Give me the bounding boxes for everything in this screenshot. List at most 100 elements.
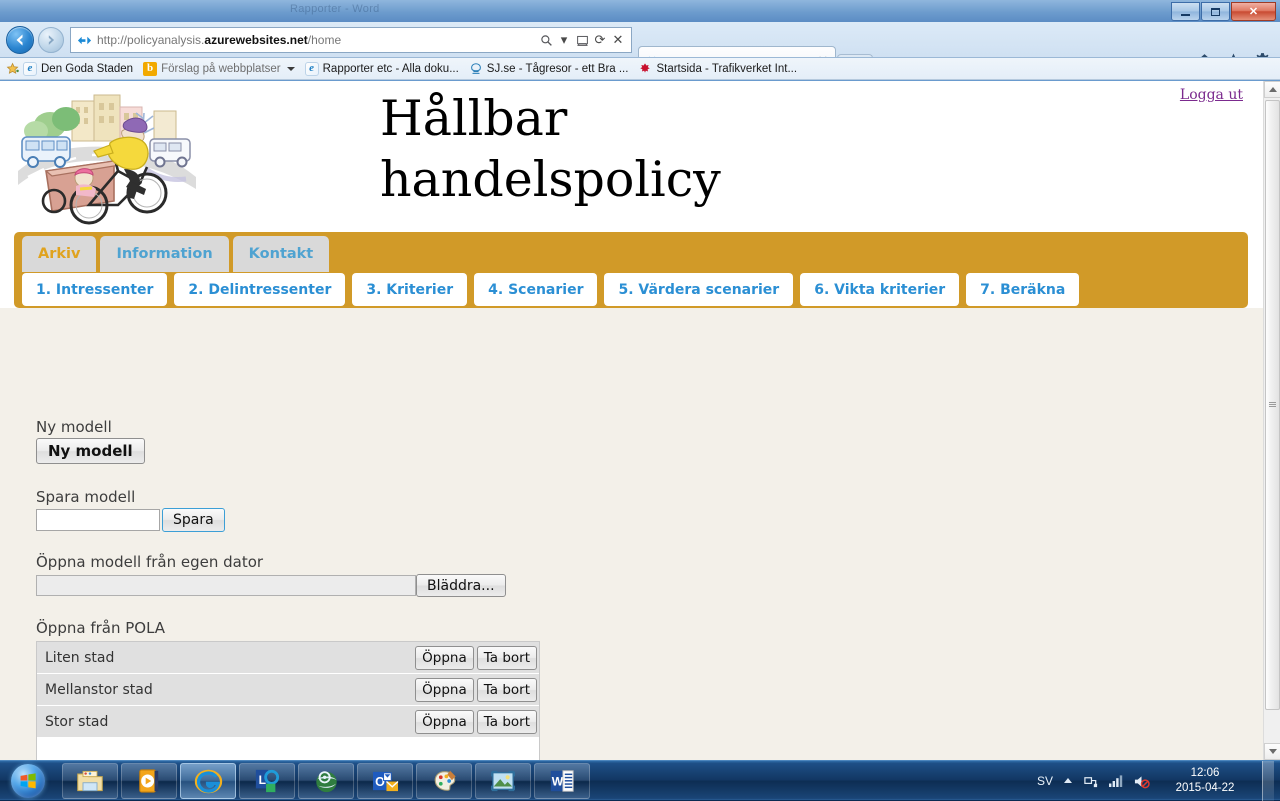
navigation-band: Arkiv Information Kontakt 1. Intressente… <box>14 232 1248 308</box>
page-title-line-1: Hållbar <box>380 90 568 147</box>
tab-kontakt[interactable]: Kontakt <box>232 236 330 272</box>
pola-model-list: Liten stad Öppna Ta bort Mellanstor stad… <box>36 641 540 760</box>
step-tab-3-kriterier[interactable]: 3. Kriterier <box>352 273 468 306</box>
volume-muted-icon[interactable] <box>1133 774 1150 789</box>
step-tab-2-delintressenter[interactable]: 2. Delintressenter <box>174 273 346 306</box>
page-title: Hållbar handelspolicy <box>380 89 940 211</box>
taskbar-item-paint[interactable] <box>416 763 472 799</box>
browser-navigation-bar: http://policyanalysis.azurewebsites.net/… <box>0 22 1280 76</box>
save-button[interactable]: Spara <box>162 508 225 532</box>
step-tab-5-vardera-scenarier[interactable]: 5. Värdera scenarier <box>604 273 794 306</box>
row-actions: Öppna Ta bort <box>415 678 537 702</box>
page-scrollbar[interactable] <box>1263 81 1280 760</box>
favorites-bar: e Den Goda Staden b Förslag på webbplats… <box>0 58 1280 80</box>
window-title-text: Rapporter - Word <box>290 3 380 15</box>
browse-button[interactable]: Bläddra... <box>416 574 506 597</box>
minimize-button[interactable] <box>1171 2 1200 21</box>
web-page: Logga ut Hållbar handelspolicy Arkiv Inf… <box>0 81 1263 760</box>
add-favorite-icon[interactable] <box>6 62 20 76</box>
favorite-item-den-goda-staden[interactable]: e Den Goda Staden <box>20 61 140 76</box>
taskbar-buttons: L O W <box>62 763 590 799</box>
chevron-down-icon[interactable] <box>286 66 295 71</box>
clock[interactable]: 12:06 2015-04-22 <box>1159 766 1251 796</box>
address-bar-text: http://policyanalysis.azurewebsites.net/… <box>97 33 537 47</box>
scroll-up-icon[interactable] <box>1264 81 1280 98</box>
delete-model-button[interactable]: Ta bort <box>476 646 537 670</box>
chevron-down-icon[interactable]: ▾ <box>555 29 573 51</box>
open-from-pola-label: Öppna från POLA <box>36 619 166 637</box>
taskbar-item-word[interactable]: W <box>534 763 590 799</box>
search-icon[interactable] <box>537 29 555 51</box>
browser-window: Rapporter - Word ✕ http://policyanalysis… <box>0 0 1280 760</box>
ie-page-icon: e <box>304 61 319 76</box>
azure-favicon-icon <box>77 33 92 48</box>
step-tab-4-scenarier[interactable]: 4. Scenarier <box>474 273 598 306</box>
taskbar-item-lync[interactable]: L <box>239 763 295 799</box>
windows-taskbar: L O W SV 12:06 2015-04-22 <box>0 760 1280 801</box>
table-row[interactable]: Mellanstor stad Öppna Ta bort <box>37 674 539 706</box>
taskbar-item-web-app[interactable] <box>298 763 354 799</box>
forward-arrow-icon[interactable] <box>38 27 64 53</box>
delete-model-button[interactable]: Ta bort <box>476 678 537 702</box>
show-hidden-icons-button[interactable] <box>1062 775 1074 787</box>
open-model-button[interactable]: Öppna <box>415 646 474 670</box>
scrollbar-thumb[interactable] <box>1265 100 1280 710</box>
row-actions: Öppna Ta bort <box>415 710 537 734</box>
network-icon[interactable] <box>1083 774 1099 789</box>
trafikverket-icon <box>638 62 652 76</box>
url-domain: azurewebsites.net <box>204 33 308 47</box>
step-tab-7-berakna[interactable]: 7. Beräkna <box>966 273 1080 306</box>
favorite-item-rapporter-etc[interactable]: e Rapporter etc - Alla doku... <box>302 61 466 76</box>
language-indicator[interactable]: SV <box>1037 774 1053 788</box>
scroll-down-icon[interactable] <box>1264 743 1280 760</box>
page-title-line-2: handelspolicy <box>380 150 721 208</box>
open-model-button[interactable]: Öppna <box>415 710 474 734</box>
svg-text:W: W <box>552 775 564 789</box>
favorite-item-forslag-pa-webbplatser[interactable]: b Förslag på webbplatser <box>140 61 302 76</box>
taskbar-item-media-player[interactable] <box>121 763 177 799</box>
taskbar-item-explorer[interactable] <box>62 763 118 799</box>
window-controls: ✕ <box>1171 2 1276 21</box>
favorite-label: Den Goda Staden <box>41 62 134 75</box>
address-bar[interactable]: http://policyanalysis.azurewebsites.net/… <box>70 27 632 53</box>
sj-icon <box>469 62 483 76</box>
back-arrow-icon[interactable] <box>6 26 34 54</box>
favorite-label: SJ.se - Tågresor - ett Bra ... <box>486 62 629 75</box>
stop-icon[interactable]: ✕ <box>609 29 627 51</box>
tab-arkiv[interactable]: Arkiv <box>22 236 97 272</box>
step-tab-1-intressenter[interactable]: 1. Intressenter <box>22 273 168 306</box>
favorite-label: Rapporter etc - Alla doku... <box>322 62 459 75</box>
refresh-icon[interactable]: ⟳ <box>591 29 609 51</box>
taskbar-item-outlook[interactable]: O <box>357 763 413 799</box>
bing-icon: b <box>143 61 158 76</box>
show-desktop-button[interactable] <box>1262 761 1274 801</box>
new-model-button[interactable]: Ny modell <box>36 438 145 464</box>
clock-date: 2015-04-22 <box>1175 782 1235 794</box>
maximize-restore-button[interactable] <box>1201 2 1230 21</box>
open-model-button[interactable]: Öppna <box>415 678 474 702</box>
favorite-item-trafikverket[interactable]: Startsida - Trafikverket Int... <box>635 62 804 76</box>
save-model-input[interactable] <box>36 509 160 531</box>
ie-page-icon: e <box>23 61 37 76</box>
step-tab-6-vikta-kriterier[interactable]: 6. Vikta kriterier <box>800 273 960 306</box>
row-actions: Öppna Ta bort <box>415 646 537 670</box>
table-row[interactable]: Liten stad Öppna Ta bort <box>37 642 539 674</box>
table-row[interactable]: Stor stad Öppna Ta bort <box>37 706 539 738</box>
compatibility-view-icon[interactable] <box>573 29 591 51</box>
taskbar-item-photo-viewer[interactable] <box>475 763 531 799</box>
system-tray: SV 12:06 2015-04-22 <box>1037 761 1280 801</box>
start-button[interactable] <box>2 762 54 800</box>
tab-information[interactable]: Information <box>100 236 229 272</box>
file-path-field[interactable] <box>36 575 416 596</box>
delete-model-button[interactable]: Ta bort <box>476 710 537 734</box>
scrollbar-grip-icon <box>1269 401 1276 409</box>
logout-link[interactable]: Logga ut <box>1180 87 1243 103</box>
site-logo-illustration <box>14 85 200 225</box>
taskbar-item-internet-explorer[interactable] <box>180 763 236 799</box>
signal-icon[interactable] <box>1108 774 1124 788</box>
favorite-item-sj-se[interactable]: SJ.se - Tågresor - ett Bra ... <box>466 62 636 76</box>
page-viewport: Logga ut Hållbar handelspolicy Arkiv Inf… <box>0 81 1280 760</box>
favorite-label: Startsida - Trafikverket Int... <box>656 62 798 75</box>
save-model-label: Spara modell <box>36 488 136 506</box>
close-button[interactable]: ✕ <box>1231 2 1276 21</box>
